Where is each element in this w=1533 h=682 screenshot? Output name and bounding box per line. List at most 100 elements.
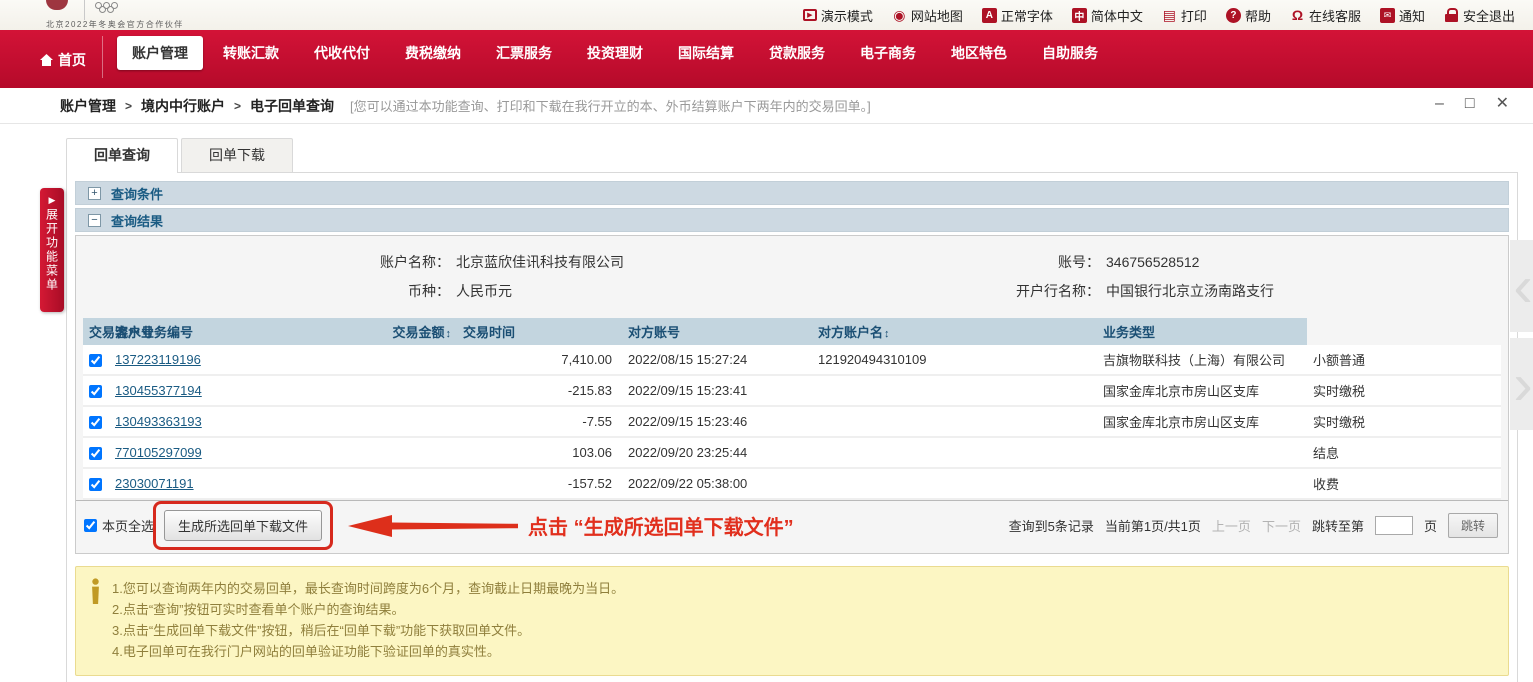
bank-branch-value: 中国银行北京立汤南路支行 (1106, 280, 1508, 302)
tab-receipt-query[interactable]: 回单查询 (66, 138, 178, 173)
prev-page-button[interactable]: 上一页 (1212, 516, 1251, 535)
column-header-label: 业务类型 (1103, 325, 1155, 340)
nav-item[interactable]: 自助服务 (1027, 36, 1113, 70)
topbar-item[interactable]: 正常字体 (982, 6, 1053, 25)
serial-link[interactable]: 130455377194 (115, 383, 202, 398)
collapse-icon[interactable]: − (88, 214, 101, 227)
table-row: 770105297099103.062022/09/20 23:25:44结息 (83, 437, 1501, 468)
counter-name-cell: 吉旗物联科技（上海）有限公司 (1097, 345, 1307, 375)
column-header: 交易流水号↕ (83, 318, 109, 345)
sort-icon[interactable]: ↕ (446, 328, 452, 340)
topbar-item[interactable]: 演示模式 (803, 6, 873, 25)
topbar-item[interactable]: 安全退出 (1444, 6, 1515, 25)
column-header: 对方账户名↕ (812, 318, 1097, 345)
topbar-item[interactable]: 打印 (1162, 6, 1207, 25)
topbar-item[interactable]: 网站地图 (892, 6, 963, 25)
jump-button[interactable]: 跳转 (1448, 513, 1498, 538)
query-results-label[interactable]: 查询结果 (111, 211, 163, 230)
nav-item[interactable]: 转账汇款 (208, 36, 294, 70)
nav-item[interactable]: 国际结算 (663, 36, 749, 70)
topbar-item-label: 安全退出 (1463, 6, 1515, 25)
biz-no-cell (279, 468, 457, 499)
table-row: 23030071191-157.522022/09/22 05:38:00收费 (83, 468, 1501, 499)
breadcrumb-item[interactable]: 境内中行账户 (141, 96, 225, 116)
window-controls: – □ ✕ (1435, 94, 1509, 114)
row-checkbox[interactable] (89, 354, 102, 367)
currency-label: 币种： (76, 280, 456, 302)
table-header-row: 交易流水号↕客户业务编号交易金额↕交易时间对方账号对方账户名↕业务类型 (83, 318, 1501, 345)
topbar-item[interactable]: 帮助 (1226, 6, 1271, 25)
serial-link[interactable]: 23030071191 (115, 476, 194, 491)
column-header-label: 对方账号 (628, 325, 680, 340)
nav-item[interactable]: 电子商务 (845, 36, 931, 70)
breadcrumb-item[interactable]: 电子回单查询 (250, 96, 334, 116)
counter-name-cell: 国家金库北京市房山区支库 (1097, 406, 1307, 437)
minimize-icon[interactable]: – (1435, 94, 1444, 114)
nav-item[interactable]: 账户管理 (117, 36, 203, 70)
topbar-item[interactable]: 在线客服 (1290, 6, 1361, 25)
row-checkbox[interactable] (89, 447, 102, 460)
row-checkbox[interactable] (89, 416, 102, 429)
font-size-icon (982, 8, 997, 23)
notice-box: 1.您可以查询两年内的交易回单，最长查询时间跨度为6个月，查询截止日期最晚为当日… (75, 566, 1509, 676)
topbar-item[interactable]: 简体中文 (1072, 6, 1143, 25)
query-result-panel: 账户名称： 北京蓝欣佳讯科技有限公司 账号： 346756528512 币种： … (75, 235, 1509, 554)
carousel-next-edge[interactable]: › (1510, 338, 1533, 430)
jump-suffix-label: 页 (1424, 516, 1437, 535)
nav-item[interactable]: 投资理财 (572, 36, 658, 70)
sort-icon[interactable]: ↕ (884, 328, 890, 340)
topbar-item-label: 帮助 (1245, 6, 1271, 25)
tab-receipt-download[interactable]: 回单下载 (181, 138, 293, 172)
currency-value: 人民币元 (456, 280, 886, 302)
nav-item[interactable]: 贷款服务 (754, 36, 840, 70)
top-utility-bar: 北京2022年冬奥会官方合作伙伴 演示模式网站地图正常字体简体中文打印帮助在线客… (0, 0, 1533, 30)
logout-icon (1444, 8, 1459, 23)
notice-lines: 1.您可以查询两年内的交易回单，最长查询时间跨度为6个月，查询截止日期最晚为当日… (112, 578, 624, 662)
row-checkbox[interactable] (89, 385, 102, 398)
amount-cell: -157.52 (457, 468, 622, 499)
expand-icon[interactable]: + (88, 187, 101, 200)
row-checkbox-cell (83, 345, 109, 375)
breadcrumb-item[interactable]: 账户管理 (60, 96, 116, 116)
table-row: 130455377194-215.832022/09/15 15:23:41国家… (83, 375, 1501, 406)
counter-name-cell (1097, 468, 1307, 499)
breadcrumb-separator: > (125, 99, 132, 113)
nav-item-home[interactable]: 首页 (40, 48, 86, 72)
query-conditions-label[interactable]: 查询条件 (111, 184, 163, 203)
topbar-item[interactable]: 通知 (1380, 6, 1425, 25)
olympic-rings-icon (95, 2, 119, 13)
row-checkbox-cell (83, 437, 109, 468)
nav-item[interactable]: 地区特色 (936, 36, 1022, 70)
chevron-right-icon: ▶ (49, 195, 56, 205)
next-page-button[interactable]: 下一页 (1262, 516, 1301, 535)
time-cell: 2022/09/22 05:38:00 (622, 468, 812, 499)
section-query-conditions: + 查询条件 (75, 181, 1509, 205)
serial-link[interactable]: 130493363193 (115, 414, 202, 429)
serial-link[interactable]: 137223119196 (115, 352, 201, 367)
counter-name-cell (1097, 437, 1307, 468)
time-cell: 2022/08/15 15:27:24 (622, 345, 812, 375)
page-info: 当前第1页/共1页 (1105, 516, 1201, 535)
online-service-icon (1290, 8, 1305, 23)
carousel-prev-edge[interactable]: ‹ (1510, 240, 1533, 332)
maximize-icon[interactable]: □ (1465, 94, 1475, 114)
row-checkbox[interactable] (89, 478, 102, 491)
notice-icon (1380, 8, 1395, 23)
sitemap-icon (892, 8, 907, 23)
nav-item[interactable]: 代收代付 (299, 36, 385, 70)
nav-item[interactable]: 汇票服务 (481, 36, 567, 70)
counter-account-cell (812, 468, 1097, 499)
nav-home-label: 首页 (58, 50, 86, 70)
annotation-arrow-icon (348, 513, 518, 539)
jump-page-input[interactable] (1375, 516, 1413, 535)
function-hint: [您可以通过本功能查询、打印和下载在我行开立的本、外币结算账户下两年内的交易回单… (350, 96, 871, 115)
biz-no-cell (279, 375, 457, 406)
nav-item[interactable]: 费税缴纳 (390, 36, 476, 70)
column-header: 交易时间 (457, 318, 622, 345)
select-all-checkbox[interactable] (84, 519, 97, 532)
close-icon[interactable]: ✕ (1496, 94, 1509, 114)
serial-link[interactable]: 770105297099 (115, 445, 202, 460)
print-icon (1162, 8, 1177, 23)
generate-download-file-button[interactable]: 生成所选回单下载文件 (164, 510, 322, 541)
expand-menu-ribbon[interactable]: ▶ 展开功能菜单 (40, 188, 64, 312)
